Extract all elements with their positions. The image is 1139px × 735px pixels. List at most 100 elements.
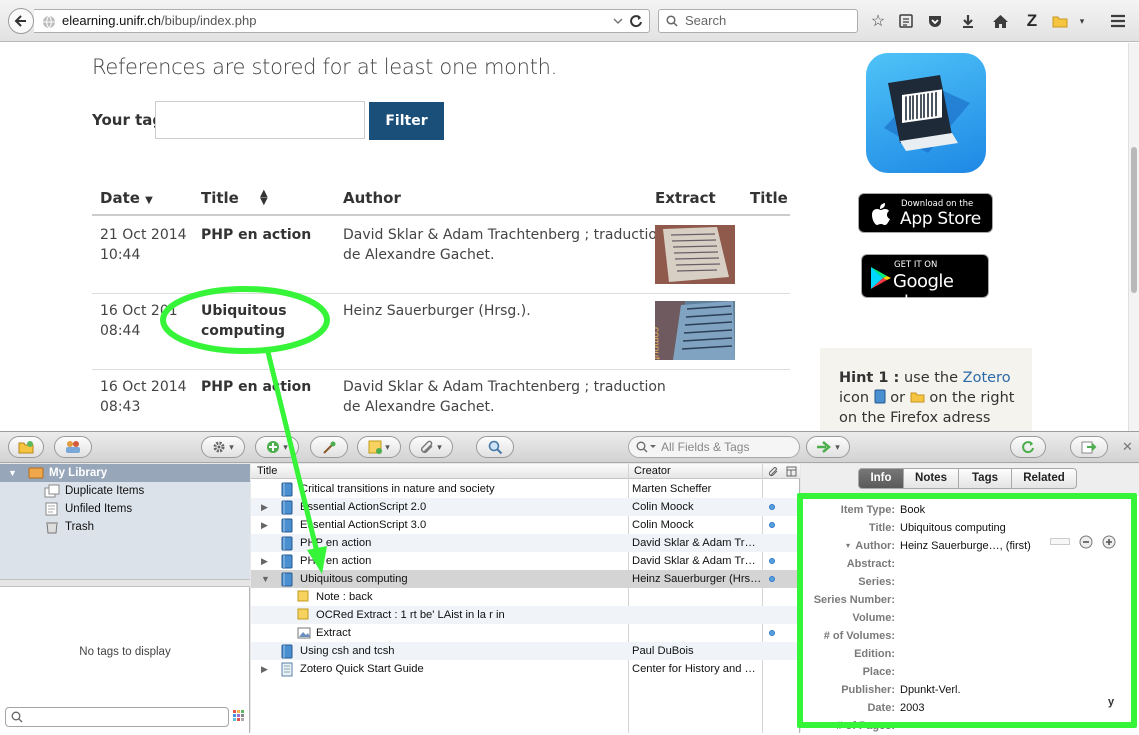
tag-menu-icon[interactable]: [233, 710, 245, 722]
reload-icon[interactable]: [629, 14, 643, 28]
collection-label: My Library: [49, 467, 108, 479]
collection-my-library[interactable]: ▼ My Library: [0, 464, 250, 482]
collection-duplicate-items[interactable]: Duplicate Items: [0, 482, 250, 500]
pocket-icon[interactable]: [925, 11, 945, 31]
attachment-dot-icon[interactable]: [769, 576, 775, 582]
close-icon[interactable]: ✕: [1122, 439, 1133, 455]
child-note-ocred-extract[interactable]: OCRed Extract : 1 rt be' LAist in la r i…: [251, 606, 800, 624]
tag-filter-input[interactable]: [5, 707, 229, 727]
row-2-title[interactable]: Ubiquitous computing: [201, 301, 287, 341]
zotero-search-input[interactable]: All Fields & Tags: [628, 436, 800, 458]
col-date-header[interactable]: Date ▼: [100, 189, 153, 207]
scrollbar-thumb[interactable]: [1131, 147, 1137, 293]
twisty-open-icon[interactable]: ▼: [8, 464, 17, 482]
new-item-button[interactable]: ▾: [255, 436, 299, 458]
download-icon[interactable]: [958, 11, 978, 31]
home-icon[interactable]: [990, 11, 1010, 31]
zotero-icon[interactable]: Z: [1022, 11, 1042, 31]
actions-menu-button[interactable]: ▾: [201, 436, 245, 458]
collection-unfiled-items[interactable]: Unfiled Items: [0, 500, 250, 518]
item-creator: Center for History and …: [632, 663, 756, 675]
item-ubiquitous-computing[interactable]: ▼ Ubiquitous computing Heinz Sauerburger (…: [251, 570, 800, 588]
google-play-badge[interactable]: GET IT ON Google play: [861, 254, 989, 313]
row-3-title[interactable]: PHP en action: [201, 377, 311, 397]
tab-info[interactable]: Info: [858, 468, 904, 489]
zotero-folder-icon[interactable]: [1050, 11, 1070, 31]
sort-down-icon: ▼: [145, 195, 153, 206]
column-picker-icon[interactable]: [786, 466, 797, 477]
back-button[interactable]: [8, 8, 34, 34]
item-title: PHP en action: [300, 537, 372, 549]
url-path: /bibup/index.php: [161, 13, 257, 28]
collection-tree: ▼ My Library Duplicate Items Unfiled Ite…: [0, 464, 250, 579]
item-critical-transitions[interactable]: Critical transitions in nature and socie…: [251, 480, 800, 498]
sync-button[interactable]: [1010, 436, 1046, 458]
bibup-app-icon[interactable]: [866, 53, 986, 173]
attachment-dot-icon[interactable]: [769, 630, 775, 636]
item-php-en-action[interactable]: ▶ PHP en action David Sklar & Adam Tr…: [251, 552, 800, 570]
pane-splitter[interactable]: [0, 579, 250, 587]
item-essential-actionscript-2[interactable]: ▶ Essential ActionScript 2.0 Colin Moock: [251, 498, 800, 516]
page-scrollbar[interactable]: [1128, 43, 1139, 431]
child-attachment-extract[interactable]: Extract: [251, 624, 800, 642]
zotero-link[interactable]: Zotero: [963, 370, 1011, 386]
chevron-down-icon[interactable]: [613, 16, 623, 26]
attachment-dot-icon[interactable]: [769, 504, 775, 510]
search-input[interactable]: Search: [658, 9, 858, 33]
duplicate-icon: [44, 484, 60, 498]
new-collection-button[interactable]: [8, 436, 44, 458]
tab-notes[interactable]: Notes: [904, 468, 959, 489]
tab-related[interactable]: Related: [1012, 468, 1077, 489]
item-title: Zotero Quick Start Guide: [300, 663, 424, 675]
col-author-header[interactable]: Author: [343, 189, 401, 207]
row-1-extract-thumbnail[interactable]: [655, 225, 735, 284]
col-title-header[interactable]: Title ▲ ▼: [201, 189, 268, 208]
highlight-frame: [797, 493, 1137, 728]
collection-label: Unfiled Items: [65, 503, 133, 515]
attachment-column-icon[interactable]: [768, 466, 779, 477]
add-attachment-button[interactable]: ▾: [409, 436, 453, 458]
attachment-dot-icon[interactable]: [769, 522, 775, 528]
child-note-back[interactable]: Note : back: [251, 588, 800, 606]
advanced-search-button[interactable]: [476, 436, 514, 458]
fullscreen-button[interactable]: [1070, 436, 1108, 458]
twisty-icon[interactable]: ▼: [261, 570, 270, 588]
row-1-title[interactable]: PHP en action: [201, 225, 311, 245]
chevron-down-icon[interactable]: ▾: [1072, 11, 1092, 31]
bookmark-star-icon[interactable]: ☆: [868, 11, 888, 31]
folder-icon: [910, 392, 925, 403]
column-creator-header[interactable]: Creator: [634, 465, 671, 477]
attachment-dot-icon[interactable]: [769, 558, 775, 564]
column-title-header[interactable]: Title: [257, 465, 277, 477]
item-title: PHP en action: [300, 555, 372, 567]
item-php-en-action[interactable]: PHP en action David Sklar & Adam Tr…: [251, 534, 800, 552]
twisty-icon[interactable]: ▶: [261, 498, 268, 516]
item-title: Extract: [316, 627, 351, 639]
filter-button[interactable]: Filter: [369, 102, 444, 140]
add-by-identifier-button[interactable]: [310, 436, 348, 458]
search-mode-icon: [636, 441, 656, 453]
twisty-icon[interactable]: ▶: [261, 552, 268, 570]
tab-tags[interactable]: Tags: [959, 468, 1012, 489]
hint-text-3: or: [885, 390, 910, 406]
new-group-button[interactable]: [54, 436, 92, 458]
new-note-button[interactable]: ▾: [357, 436, 401, 458]
locate-button[interactable]: ▾: [806, 436, 850, 458]
collection-trash[interactable]: Trash: [0, 518, 250, 536]
reading-list-icon[interactable]: [896, 11, 916, 31]
note-icon: [368, 440, 383, 454]
twisty-icon[interactable]: ▶: [261, 660, 268, 678]
url-bar[interactable]: elearning.unifr.ch/bibup/index.php: [34, 9, 650, 33]
app-store-badge[interactable]: Download on the App Store: [858, 193, 993, 233]
collection-label: Duplicate Items: [65, 485, 145, 497]
sync-icon: [1022, 441, 1034, 454]
menu-icon[interactable]: [1108, 11, 1128, 31]
row-2-extract-thumbnail[interactable]: computing: [655, 301, 735, 360]
item-essential-actionscript-3[interactable]: ▶ Essential ActionScript 3.0 Colin Moock: [251, 516, 800, 534]
twisty-icon[interactable]: ▶: [261, 516, 268, 534]
item-title: Essential ActionScript 2.0: [300, 501, 427, 513]
item-zotero-quick-start[interactable]: ▶ Zotero Quick Start Guide Center for Hist…: [251, 660, 800, 678]
item-using-csh-and-tcsh[interactable]: Using csh and tcsh Paul DuBois: [251, 642, 800, 660]
hint-text-1: use the: [899, 370, 963, 386]
tag-input[interactable]: [155, 101, 365, 139]
